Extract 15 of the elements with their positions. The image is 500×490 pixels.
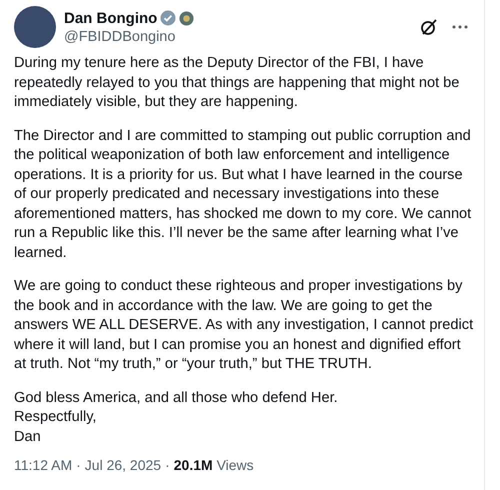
author-name[interactable]: Dan Bongino (64, 10, 158, 26)
post-paragraph: The Director and I are committed to stamping out public corruption and the political weaponization of both law enforcement and intelligence operations. It is a priority for us. But what I have learned in the course of our properly predicated and necessary investigations into these aforementioned matters, has shocked me down to my core. We cannot run a Republic like this. I’ll never be the same after learning what I’ve learned. (14, 126, 472, 262)
separator-dot: · (165, 457, 170, 473)
more-options-icon[interactable] (452, 25, 468, 29)
post-paragraph: We are going to conduct these righteous and proper investigations by the book and in accordance with the law. We are going to get the answers WE ALL DESERVE. As with any investigation, I cannot predict where it will land, but I can promise you an honest and dignified effort at truth. Not “my truth,” or “your truth,” but THE TRUTH. (14, 277, 474, 374)
avatar-photo[interactable] (14, 6, 56, 48)
post-paragraph: God bless America, and all those who defend Her. Respectfully, Dan (14, 388, 339, 446)
views-stat: 20.1M Views (174, 457, 254, 473)
separator-dot: · (76, 457, 81, 473)
post-time[interactable]: 11:12 AM (14, 457, 72, 473)
slashed-circle-icon[interactable] (420, 18, 438, 36)
post-date[interactable]: Jul 26, 2025 (84, 457, 162, 473)
post-paragraph: During my tenure here as the Deputy Director of the FBI, I have repeatedly relayed to you that things are happening that might not be immediately visible, but they are happening. (14, 54, 460, 112)
seal-badge-icon (179, 10, 194, 26)
author-handle[interactable]: @FBIDDBongino (64, 28, 412, 44)
